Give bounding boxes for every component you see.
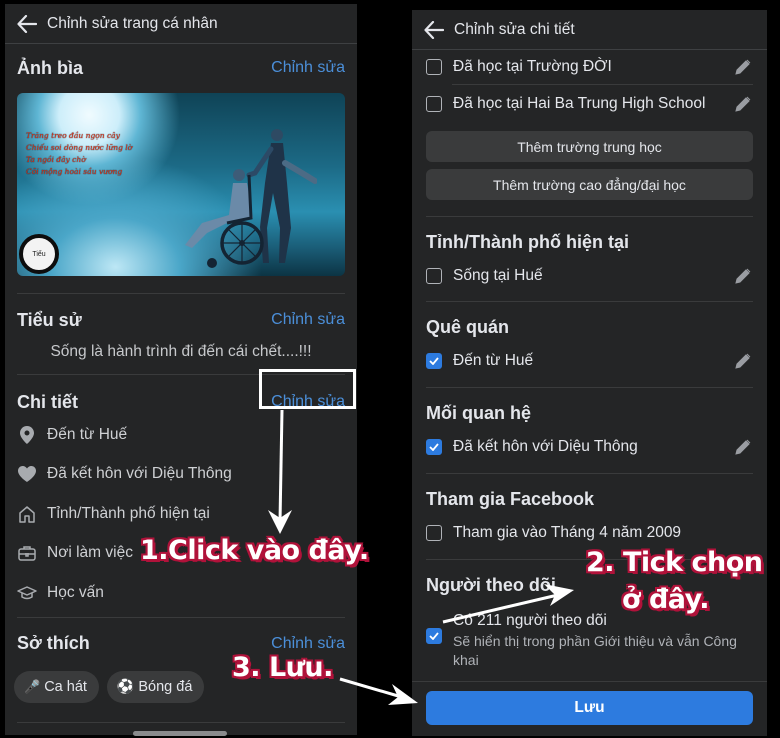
divider: [17, 616, 345, 618]
highlight-box: [259, 369, 356, 409]
cover-poem: Trăng treo đầu ngọn cây Chiếu soi dòng n…: [26, 130, 132, 178]
hobby-chip-football[interactable]: ⚽ Bóng đá: [106, 670, 205, 703]
wheelchair-illustration: [185, 129, 317, 268]
arrow-left-icon: [17, 14, 37, 33]
save-bar: Lưu: [412, 681, 767, 736]
education-label: Đã học tại Hai Ba Trung High School: [453, 95, 706, 112]
poem-line: Cõi mộng hoài sầu vương: [26, 167, 123, 176]
followers-text: Có 211 người theo dõi Sẽ hiển thị trong …: [453, 612, 753, 670]
current-city-label: Sống tại Huế: [453, 267, 543, 284]
followers-visibility-note: Sẽ hiển thị trong phần Giới thiệu và vẫn…: [453, 633, 737, 668]
back-button[interactable]: [420, 16, 448, 44]
poem-line: Ta ngồi đây chờ: [26, 155, 86, 164]
education-label: Đã học tại Trường ĐỜI: [453, 58, 612, 75]
hobbies-edit-link[interactable]: Chỉnh sửa: [271, 635, 345, 653]
detail-label: Học vấn: [47, 583, 104, 601]
page-title: Chỉnh sửa chi tiết: [454, 20, 575, 38]
detail-label: Đến từ Huế: [47, 425, 128, 443]
followers-row: Có 211 người theo dõi Sẽ hiển thị trong …: [412, 612, 767, 670]
relationship-heading: Mối quan hệ: [426, 403, 531, 423]
detail-label: Nơi làm việc: [47, 544, 133, 562]
save-button[interactable]: Lưu: [426, 691, 753, 725]
pencil-icon[interactable]: [733, 57, 753, 77]
hobby-chip-singing[interactable]: 🎤 Ca hát: [14, 670, 99, 703]
watermark-logo: Tiểu: [19, 234, 59, 274]
chip-label: Bóng đá: [138, 678, 193, 695]
detail-relationship[interactable]: Đã kết hôn với Diệu Thông: [17, 455, 345, 495]
pencil-icon[interactable]: [733, 94, 753, 114]
hometown-row: Đến từ Huế: [412, 342, 767, 380]
education-checkbox[interactable]: [426, 96, 442, 112]
detail-hometown[interactable]: Đến từ Huế: [17, 415, 345, 455]
top-bar: Chỉnh sửa trang cá nhân: [5, 4, 357, 44]
current-city-heading: Tỉnh/Thành phố hiện tại: [426, 232, 629, 252]
detail-education[interactable]: Học vấn: [17, 573, 345, 613]
hometown-heading: Quê quán: [426, 317, 510, 337]
joined-label: Tham gia vào Tháng 4 năm 2009: [453, 524, 682, 541]
home-indicator[interactable]: [133, 731, 227, 736]
details-list: Đến từ Huế Đã kết hôn với Diệu Thông Tỉn…: [5, 415, 357, 613]
back-button[interactable]: [13, 10, 41, 38]
current-city-row: Sống tại Huế: [412, 257, 767, 295]
education-checkbox[interactable]: [426, 59, 442, 75]
add-high-school-button[interactable]: Thêm trường trung học: [426, 131, 753, 162]
annotation-step3: 3. Lưu.: [232, 652, 333, 683]
hometown-label: Đến từ Huế: [453, 352, 534, 369]
bio-text: Sống là hành trình đi đến cái chết....!!…: [50, 343, 312, 360]
annotation-step2-line1: 2. Tick chọn: [586, 547, 763, 578]
current-city-checkbox[interactable]: [426, 268, 442, 284]
relationship-label: Đã kết hôn với Diệu Thông: [453, 438, 638, 455]
hometown-checkbox[interactable]: [426, 353, 442, 369]
detail-label: Đã kết hôn với Diệu Thông: [47, 465, 232, 483]
graduation-cap-icon: [17, 583, 37, 603]
microphone-icon: 🎤: [24, 678, 41, 694]
hobbies-heading: Sở thích: [17, 633, 90, 653]
cover-section-header: Ảnh bìa Chỉnh sửa: [5, 56, 357, 80]
annotation-step2-line2: ở đây.: [622, 584, 710, 615]
add-college-button[interactable]: Thêm trường cao đẳng/đại học: [426, 169, 753, 200]
education-row: Đã học tại Trường ĐỜI: [412, 50, 767, 84]
arrow-left-icon: [424, 20, 444, 39]
detail-label: Tỉnh/Thành phố hiện tại: [47, 504, 210, 522]
divider: [17, 293, 345, 294]
location-pin-icon: [17, 425, 37, 445]
details-heading: Chi tiết: [17, 391, 78, 412]
bio-edit-link[interactable]: Chỉnh sửa: [271, 311, 345, 329]
cover-heading: Ảnh bìa: [17, 57, 83, 78]
cover-photo[interactable]: Trăng treo đầu ngọn cây Chiếu soi dòng n…: [17, 93, 345, 276]
joined-heading: Tham gia Facebook: [426, 489, 595, 509]
edit-details-panel: Chỉnh sửa chi tiết Đã học tại Trường ĐỜI…: [412, 10, 767, 736]
bio-heading: Tiểu sử: [17, 309, 82, 330]
top-bar: Chỉnh sửa chi tiết: [412, 10, 767, 50]
annotation-step1: 1.Click vào đây.: [140, 535, 369, 566]
divider: [17, 721, 345, 723]
pencil-icon[interactable]: [733, 437, 753, 457]
heart-icon: [17, 464, 37, 484]
chip-label: Ca hát: [44, 678, 87, 695]
briefcase-icon: [17, 543, 37, 563]
followers-checkbox[interactable]: [426, 628, 442, 644]
relationship-row: Đã kết hôn với Diệu Thông: [412, 428, 767, 466]
cover-edit-link[interactable]: Chỉnh sửa: [271, 59, 345, 77]
pencil-icon[interactable]: [733, 266, 753, 286]
poem-line: Trăng treo đầu ngọn cây: [26, 131, 120, 140]
bio-section-header: Tiểu sử Chỉnh sửa: [5, 308, 357, 332]
pencil-icon[interactable]: [733, 351, 753, 371]
page-title: Chỉnh sửa trang cá nhân: [47, 14, 218, 32]
education-row: Đã học tại Hai Ba Trung High School: [412, 85, 767, 123]
joined-checkbox[interactable]: [426, 525, 442, 541]
home-icon: [17, 504, 37, 524]
relationship-checkbox[interactable]: [426, 439, 442, 455]
detail-current-city[interactable]: Tỉnh/Thành phố hiện tại: [17, 494, 345, 534]
soccer-ball-icon: ⚽: [116, 678, 135, 694]
poem-line: Chiếu soi dòng nước lững lờ: [26, 143, 133, 152]
